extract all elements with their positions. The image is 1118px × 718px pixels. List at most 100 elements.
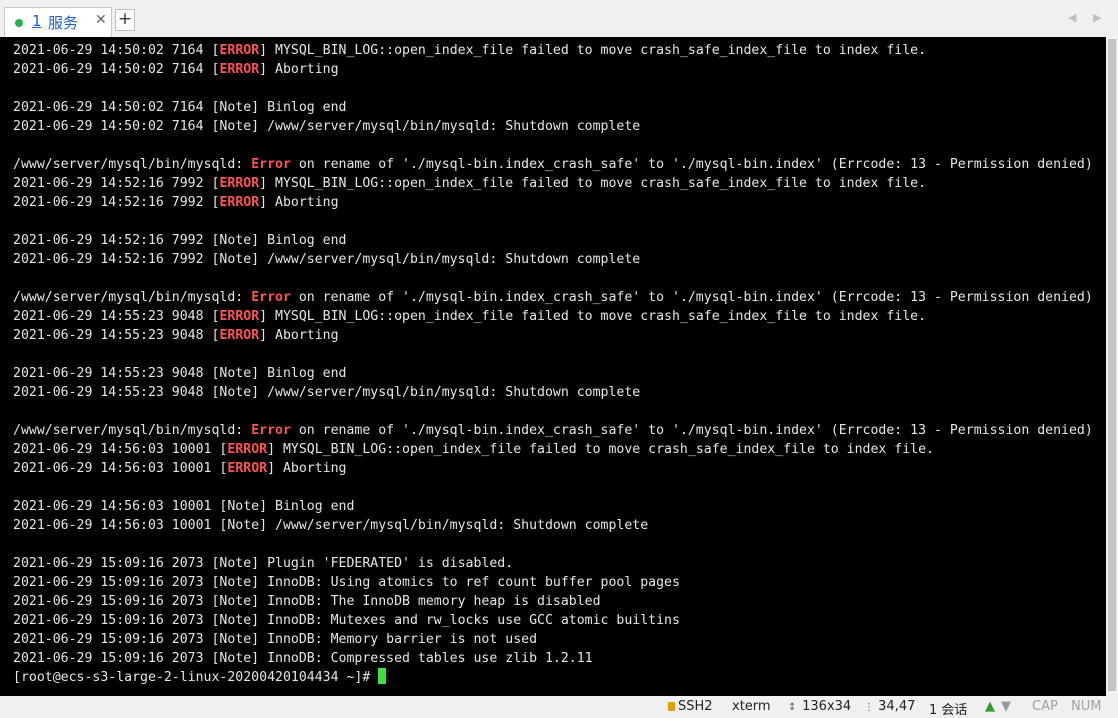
terminal-line: 2021-06-29 14:56:03 10001 [ERROR] MYSQL_… bbox=[13, 440, 1093, 459]
error-keyword: ERROR bbox=[219, 309, 260, 324]
log-text: 2021-06-29 15:09:16 2073 [Note] InnoDB: … bbox=[13, 575, 680, 590]
log-text: 2021-06-29 14:55:23 9048 [ bbox=[13, 328, 220, 343]
num-lock-indicator: NUM bbox=[1071, 699, 1102, 714]
error-keyword: ERROR bbox=[219, 43, 260, 58]
log-text: on rename of './mysql-bin.index_crash_sa… bbox=[290, 290, 1093, 305]
log-text: ] Aborting bbox=[267, 461, 347, 476]
log-text: 2021-06-29 14:50:02 7164 [Note] Binlog e… bbox=[13, 100, 347, 115]
shell-prompt: [root@ecs-s3-large-2-linux-2020042010443… bbox=[13, 670, 379, 685]
tab-title: 服务 bbox=[48, 14, 79, 32]
scroll-tabs-right-icon[interactable]: ▶ bbox=[1093, 11, 1101, 24]
log-text: 2021-06-29 14:50:02 7164 [Note] /www/ser… bbox=[13, 119, 641, 134]
terminal-line: 2021-06-29 14:56:03 10001 [ERROR] Aborti… bbox=[13, 459, 1093, 478]
cursor-position: 34,47 bbox=[878, 699, 916, 714]
session-count: 1 会话 bbox=[929, 703, 968, 718]
log-text: 2021-06-29 14:56:03 10001 [ bbox=[13, 442, 228, 457]
status-bar: SSH2 xterm ↕ 136x34 ⋮ 34,47 1 会话 ▲ ▼ CAP… bbox=[0, 696, 1118, 718]
log-text: 2021-06-29 14:52:16 7992 [ bbox=[13, 176, 220, 191]
log-text: 2021-06-29 14:50:02 7164 [ bbox=[13, 43, 220, 58]
terminal-lines: 2021-06-29 14:50:02 7164 [ERROR] MYSQL_B… bbox=[13, 41, 1093, 687]
log-text: ] MYSQL_BIN_LOG::open_index_file failed … bbox=[267, 442, 934, 457]
log-text: on rename of './mysql-bin.index_crash_sa… bbox=[290, 423, 1093, 438]
terminal-line: 2021-06-29 14:55:23 9048 [Note] Binlog e… bbox=[13, 364, 1093, 383]
terminal-line: /www/server/mysql/bin/mysqld: Error on r… bbox=[13, 288, 1093, 307]
log-text: ] Aborting bbox=[259, 328, 339, 343]
log-text: 2021-06-29 14:56:03 10001 [ bbox=[13, 461, 228, 476]
terminal-line: 2021-06-29 14:52:16 7992 [Note] Binlog e… bbox=[13, 231, 1093, 250]
tab-number: 1 bbox=[32, 12, 42, 30]
shell-prompt-line[interactable]: [root@ecs-s3-large-2-linux-2020042010443… bbox=[13, 668, 1093, 687]
terminal-line: 2021-06-29 14:52:16 7992 [Note] /www/ser… bbox=[13, 250, 1093, 269]
terminal-line: 2021-06-29 15:09:16 2073 [Note] InnoDB: … bbox=[13, 592, 1093, 611]
tab-bar: 1 服务 ✕ + ◀ ▶ bbox=[0, 0, 1118, 37]
terminal-line: 2021-06-29 15:09:16 2073 [Note] InnoDB: … bbox=[13, 611, 1093, 630]
terminal-line: 2021-06-29 15:09:16 2073 [Note] InnoDB: … bbox=[13, 649, 1093, 668]
error-keyword: Error bbox=[251, 157, 291, 172]
log-text: 2021-06-29 14:56:03 10001 [Note] Binlog … bbox=[13, 499, 355, 514]
text-cursor bbox=[378, 668, 387, 684]
caps-lock-indicator: CAP bbox=[1032, 699, 1058, 714]
connected-status-icon bbox=[15, 19, 23, 27]
log-text: 2021-06-29 15:09:16 2073 [Note] InnoDB: … bbox=[13, 632, 538, 647]
log-text: /www/server/mysql/bin/mysqld: bbox=[13, 290, 252, 305]
scrollbar-thumb[interactable] bbox=[1108, 39, 1116, 691]
upload-arrow-icon[interactable]: ▲ bbox=[985, 699, 995, 714]
terminal-output[interactable]: 2021-06-29 14:50:02 7164 [ERROR] MYSQL_B… bbox=[0, 37, 1118, 696]
error-keyword: ERROR bbox=[227, 442, 268, 457]
terminal-line: 2021-06-29 14:56:03 10001 [Note] Binlog … bbox=[13, 497, 1093, 516]
terminal-line: 2021-06-29 15:09:16 2073 [Note] Plugin '… bbox=[13, 554, 1093, 573]
terminal-line: 2021-06-29 14:50:02 7164 [ERROR] MYSQL_B… bbox=[13, 41, 1093, 60]
log-text: 2021-06-29 14:55:23 9048 [ bbox=[13, 309, 220, 324]
log-text: ] MYSQL_BIN_LOG::open_index_file failed … bbox=[259, 176, 927, 191]
error-keyword: ERROR bbox=[219, 195, 260, 210]
protocol-label: SSH2 bbox=[678, 699, 713, 714]
terminal-scrollbar[interactable] bbox=[1106, 37, 1118, 696]
log-text: 2021-06-29 14:55:23 9048 [Note] Binlog e… bbox=[13, 366, 347, 381]
terminal-line: /www/server/mysql/bin/mysqld: Error on r… bbox=[13, 421, 1093, 440]
log-text: on rename of './mysql-bin.index_crash_sa… bbox=[290, 157, 1093, 172]
log-text: 2021-06-29 14:52:16 7992 [ bbox=[13, 195, 220, 210]
log-text: 2021-06-29 15:09:16 2073 [Note] InnoDB: … bbox=[13, 651, 593, 666]
cursor-position-icon: ⋮ bbox=[864, 702, 874, 713]
tab-session-1[interactable]: 1 服务 ✕ bbox=[4, 7, 112, 37]
terminal-line: 2021-06-29 14:52:16 7992 [ERROR] MYSQL_B… bbox=[13, 174, 1093, 193]
scroll-tabs-left-icon[interactable]: ◀ bbox=[1068, 11, 1076, 24]
terminal-line: /www/server/mysql/bin/mysqld: Error on r… bbox=[13, 155, 1093, 174]
error-keyword: ERROR bbox=[219, 62, 260, 77]
log-text: 2021-06-29 15:09:16 2073 [Note] Plugin '… bbox=[13, 556, 514, 571]
protocol-status: SSH2 bbox=[668, 699, 713, 714]
download-arrow-icon[interactable]: ▼ bbox=[1001, 699, 1011, 714]
log-text: 2021-06-29 14:55:23 9048 [Note] /www/ser… bbox=[13, 385, 641, 400]
terminal-line: 2021-06-29 14:55:23 9048 [ERROR] MYSQL_B… bbox=[13, 307, 1093, 326]
terminal-line: 2021-06-29 14:55:23 9048 [Note] /www/ser… bbox=[13, 383, 1093, 402]
close-tab-icon[interactable]: ✕ bbox=[95, 12, 107, 28]
terminal-type: xterm bbox=[732, 699, 771, 714]
terminal-line: 2021-06-29 14:56:03 10001 [Note] /www/se… bbox=[13, 516, 1093, 535]
resize-icon: ↕ bbox=[788, 702, 797, 713]
log-text: /www/server/mysql/bin/mysqld: bbox=[13, 157, 252, 172]
error-keyword: Error bbox=[251, 290, 291, 305]
log-text: ] MYSQL_BIN_LOG::open_index_file failed … bbox=[259, 43, 927, 58]
log-text: ] Aborting bbox=[259, 62, 339, 77]
terminal-line: 2021-06-29 14:50:02 7164 [Note] Binlog e… bbox=[13, 98, 1093, 117]
error-keyword: ERROR bbox=[219, 176, 260, 191]
lock-icon bbox=[668, 702, 675, 711]
terminal-line: 2021-06-29 15:09:16 2073 [Note] InnoDB: … bbox=[13, 573, 1093, 592]
log-text: 2021-06-29 14:50:02 7164 [ bbox=[13, 62, 220, 77]
log-text: 2021-06-29 15:09:16 2073 [Note] InnoDB: … bbox=[13, 613, 680, 628]
terminal-line: 2021-06-29 14:50:02 7164 [ERROR] Abortin… bbox=[13, 60, 1093, 79]
log-text: 2021-06-29 14:52:16 7992 [Note] /www/ser… bbox=[13, 252, 641, 267]
error-keyword: ERROR bbox=[227, 461, 268, 476]
log-text: 2021-06-29 15:09:16 2073 [Note] InnoDB: … bbox=[13, 594, 601, 609]
log-text: /www/server/mysql/bin/mysqld: bbox=[13, 423, 252, 438]
log-text: ] MYSQL_BIN_LOG::open_index_file failed … bbox=[259, 309, 927, 324]
log-text: 2021-06-29 14:52:16 7992 [Note] Binlog e… bbox=[13, 233, 347, 248]
new-tab-button[interactable]: + bbox=[115, 9, 135, 31]
